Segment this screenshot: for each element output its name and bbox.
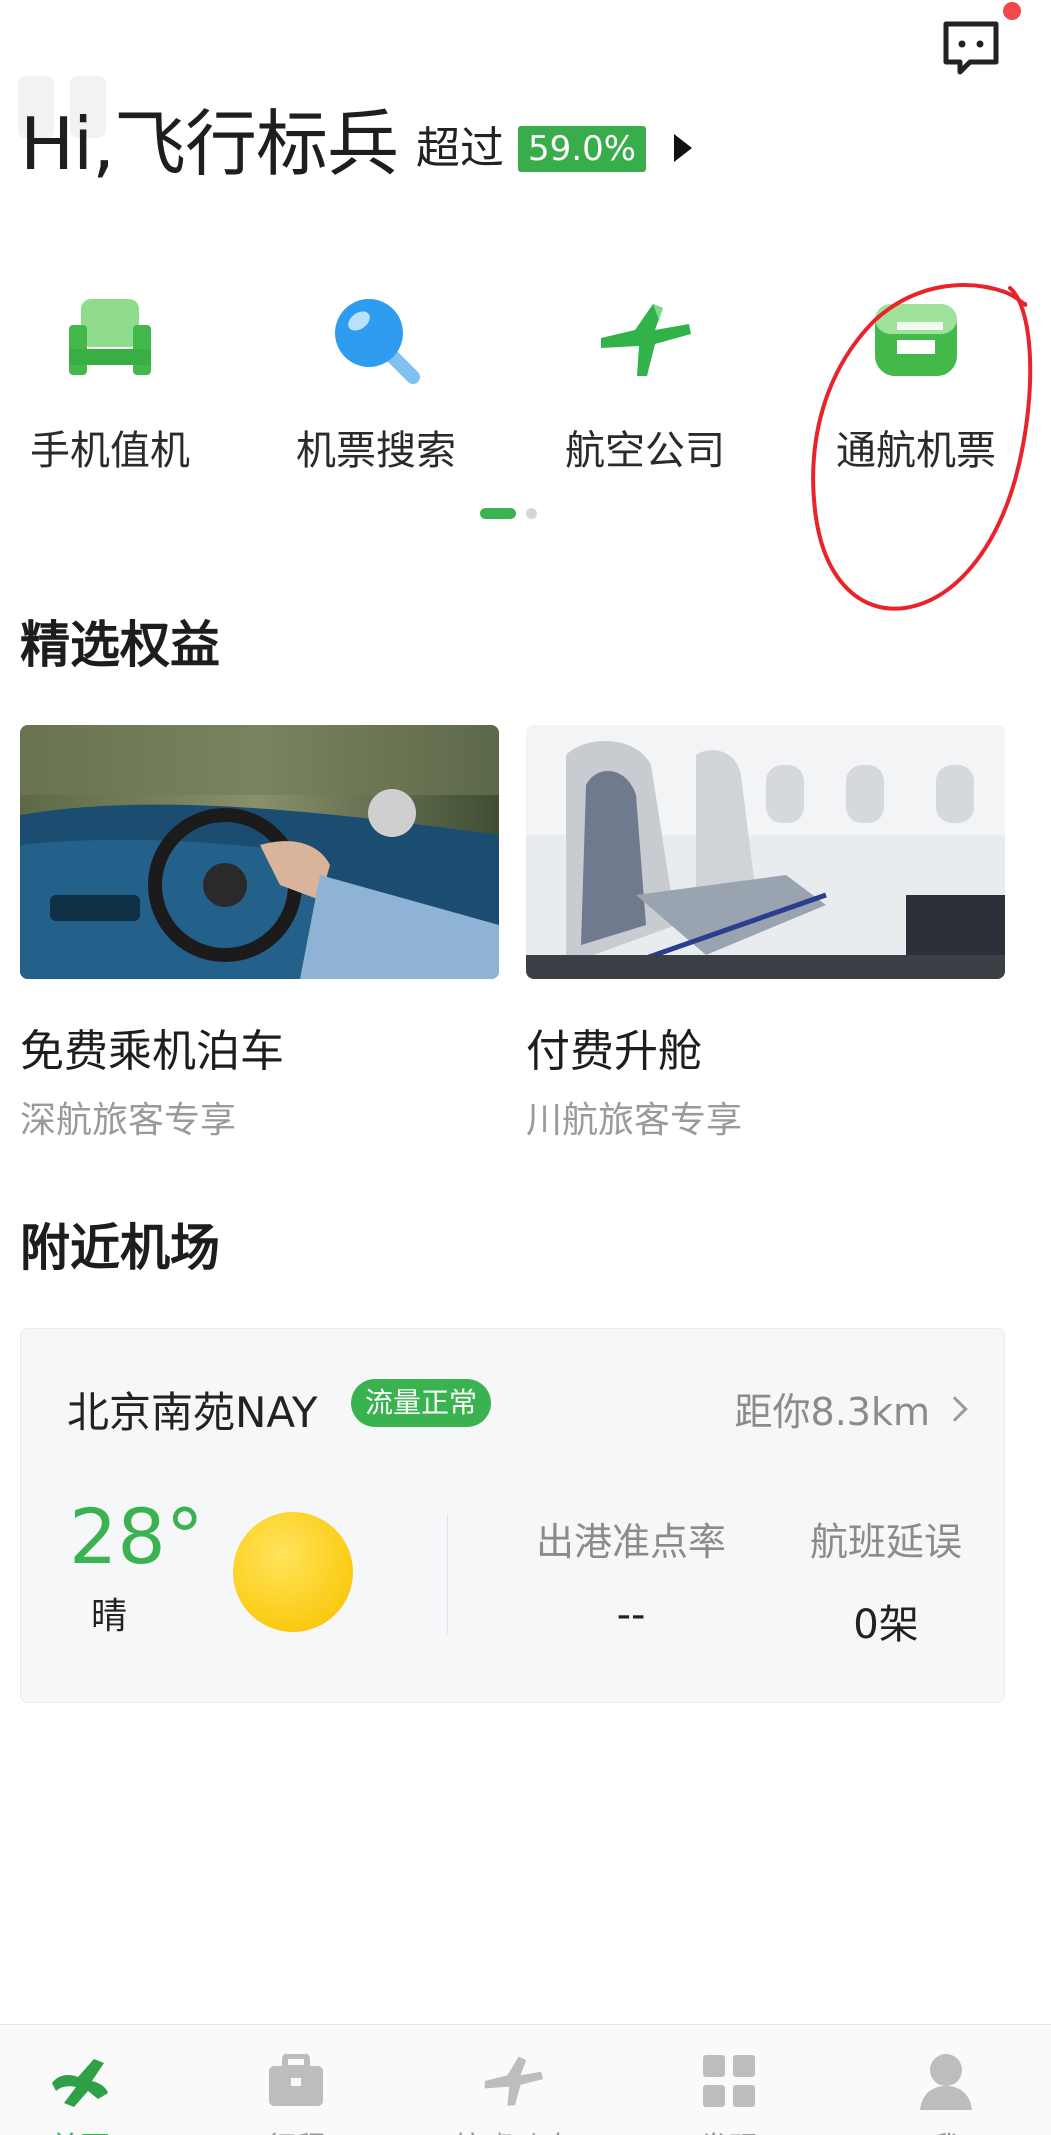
benefit-subtitle: 川航旅客专享	[526, 1100, 743, 1141]
quick-entry-general-aviation[interactable]: 通航机票	[806, 290, 1026, 476]
plane-icon	[601, 304, 691, 376]
airport-name: 北京南苑NAY	[67, 1388, 318, 1437]
quick-entry-ticket-search[interactable]: 机票搜索	[266, 290, 486, 476]
search-icon	[335, 299, 420, 384]
quick-entries: 手机值机 机票搜索 航空公司 通航机票	[0, 290, 1051, 490]
sun-icon	[233, 1512, 353, 1632]
unread-dot	[1003, 2, 1021, 20]
stat-on-time-rate: 出港准点率 --	[516, 1511, 746, 1638]
stat-value: 0架	[853, 1602, 919, 1648]
benefit-title: 免费乘机泊车	[20, 1026, 284, 1077]
general-aviation-icon	[875, 304, 957, 376]
chevron-right-icon	[942, 1395, 968, 1422]
play-arrow-icon[interactable]	[674, 134, 693, 162]
airport-distance[interactable]: 距你8.3km	[734, 1381, 968, 1436]
car-steering-photo	[20, 725, 499, 979]
message-icon[interactable]	[940, 18, 1002, 80]
airport-card[interactable]: 北京南苑NAY 流量正常 距你8.3km 28° 晴 出港准点率 -- 航班延误…	[20, 1328, 1005, 1703]
home-icon	[52, 2059, 108, 2107]
briefcase-icon	[269, 2054, 323, 2106]
benefit-card-upgrade[interactable]: 付费升舱 川航旅客专享	[526, 725, 1005, 1143]
stat-label: 出港准点率	[535, 1520, 726, 1564]
quick-entry-label: 机票搜索	[296, 428, 456, 474]
stat-label: 航班延误	[809, 1520, 962, 1564]
benefit-title: 付费升舱	[526, 1026, 702, 1077]
quick-entry-checkin[interactable]: 手机值机	[0, 290, 220, 476]
distance-text: 距你8.3km	[734, 1390, 930, 1434]
tab-label: 我	[876, 2123, 1016, 2135]
quick-entries-pager	[480, 508, 537, 519]
seat-icon	[69, 299, 151, 375]
tab-me[interactable]: 我	[876, 2049, 1016, 2135]
greeting-text: Hi,飞行标兵	[20, 102, 399, 186]
quick-entry-label: 通航机票	[836, 428, 996, 474]
bottom-tab-bar: 首页 行程 航班动态 发现	[0, 2024, 1051, 2135]
exceed-percent-badge: 59.0%	[518, 126, 647, 172]
greeting-bar[interactable]: Hi,飞行标兵 超过 59.0%	[20, 100, 693, 186]
temperature: 28°	[69, 1492, 204, 1581]
benefit-card-parking[interactable]: 免费乘机泊车 深航旅客专享	[20, 725, 499, 1143]
weather-text: 晴	[91, 1596, 128, 1637]
quick-entry-label: 手机值机	[30, 428, 190, 474]
flight-status-icon	[484, 2056, 544, 2106]
traffic-status-badge: 流量正常	[351, 1379, 492, 1427]
benefits-section-title: 精选权益	[20, 616, 220, 674]
divider	[447, 1514, 448, 1634]
tab-label: 首页	[10, 2123, 150, 2135]
pager-dot	[526, 508, 537, 519]
tab-flight-status[interactable]: 航班动态	[443, 2049, 583, 2135]
pager-dot-active	[480, 508, 516, 519]
quick-entry-airlines[interactable]: 航空公司	[535, 290, 755, 476]
tab-home[interactable]: 首页	[10, 2049, 150, 2135]
nearby-section-title: 附近机场	[20, 1219, 220, 1277]
tab-label: 航班动态	[443, 2123, 583, 2135]
tab-trips[interactable]: 行程	[226, 2049, 366, 2135]
exceed-label: 超过	[416, 123, 505, 174]
tab-label: 行程	[226, 2123, 366, 2135]
benefit-subtitle: 深航旅客专享	[20, 1100, 237, 1141]
stat-value: --	[616, 1592, 646, 1638]
quick-entry-label: 航空公司	[565, 428, 725, 474]
cabin-seat-photo	[526, 725, 1005, 979]
tab-label: 发现	[659, 2123, 799, 2135]
grid-icon	[703, 2055, 755, 2107]
tab-discover[interactable]: 发现	[659, 2049, 799, 2135]
user-icon	[920, 2054, 972, 2110]
stat-flight-delays: 航班延误 0架	[796, 1511, 976, 1650]
